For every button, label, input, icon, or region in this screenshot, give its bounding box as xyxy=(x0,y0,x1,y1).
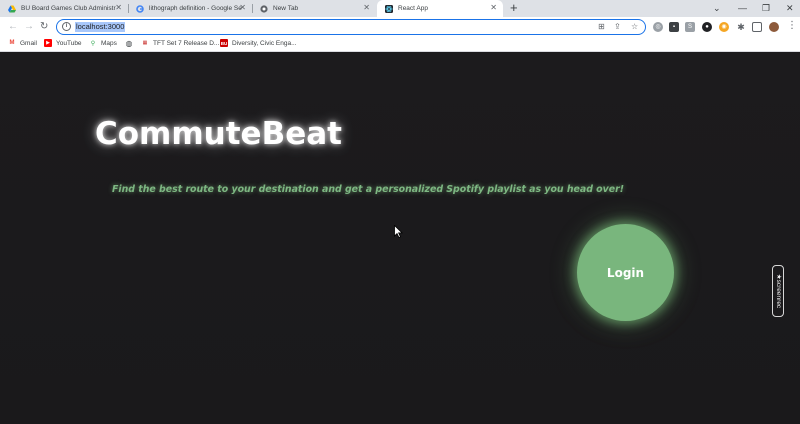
share-icon[interactable]: ⇪ xyxy=(614,22,621,32)
chrome-icon xyxy=(260,4,268,13)
news-icon: ▦ xyxy=(142,40,148,46)
address-bar[interactable]: i localhost:3000 ⊞ ⇪ ☆ xyxy=(56,19,646,35)
tab-bu-board-games[interactable]: BU Board Games Club Administr ✕ xyxy=(0,0,128,17)
google-drive-icon xyxy=(8,5,16,13)
extension-icon[interactable]: ● xyxy=(702,22,712,32)
screenrec-widget[interactable]: ★screenrec xyxy=(772,265,784,317)
side-panel-icon[interactable] xyxy=(752,22,762,32)
bu-icon: BU xyxy=(220,39,228,47)
close-tab-icon[interactable]: ✕ xyxy=(363,4,370,12)
app-tagline: Find the best route to your destination … xyxy=(112,184,624,195)
bookmark-label: YouTube xyxy=(56,39,82,47)
google-icon xyxy=(136,4,144,13)
forward-icon[interactable]: → xyxy=(24,21,34,33)
tab-react-app[interactable]: React App ✕ xyxy=(377,0,503,17)
extension-icon[interactable]: ◎ xyxy=(653,22,663,32)
gmail-icon: M xyxy=(9,40,15,46)
browser-toolbar: ← → ↻ i localhost:3000 ⊞ ⇪ ☆ ◎ ▪ S ● ◉ ✱… xyxy=(0,17,800,37)
tab-new-tab[interactable]: New Tab ✕ xyxy=(252,0,376,17)
tab-search-icon[interactable]: ⌄ xyxy=(713,2,721,14)
new-tab-button[interactable]: + xyxy=(510,1,518,15)
bookmarks-bar: M Gmail ▶ YouTube ⚲ Maps ◍ ▦ TFT Set 7 R… xyxy=(0,37,800,52)
react-icon xyxy=(385,4,393,13)
bookmark-label: Maps xyxy=(101,39,117,47)
restore-icon[interactable]: ❐ xyxy=(762,2,770,14)
minimize-icon[interactable]: — xyxy=(738,2,747,14)
site-info-icon[interactable]: i xyxy=(62,22,71,31)
extension-icon[interactable]: S xyxy=(685,22,695,32)
close-window-icon[interactable]: ✕ xyxy=(786,2,794,14)
puzzle-icon[interactable]: ✱ xyxy=(736,22,746,32)
tab-lithograph[interactable]: lithograph definition - Google Se ✕ xyxy=(128,0,252,17)
screenrec-label: ★screenrec xyxy=(775,273,782,309)
login-button[interactable]: Login xyxy=(577,224,674,321)
close-tab-icon[interactable]: ✕ xyxy=(239,4,246,12)
bookmark-diversity[interactable]: BU Diversity, Civic Enga... xyxy=(220,39,297,47)
close-tab-icon[interactable]: ✕ xyxy=(490,4,497,12)
tab-title: lithograph definition - Google Se xyxy=(149,5,242,12)
install-app-icon[interactable]: ⊞ xyxy=(598,22,605,32)
bookmark-label: TFT Set 7 Release D... xyxy=(153,39,220,47)
bookmark-label: Diversity, Civic Enga... xyxy=(232,39,297,47)
app-page: CommuteBeat Find the best route to your … xyxy=(0,53,800,424)
app-title: CommuteBeat xyxy=(95,116,342,152)
tab-strip: BU Board Games Club Administr ✕ lithogra… xyxy=(0,0,800,17)
bookmark-globe[interactable]: ◍ xyxy=(125,38,137,48)
tab-title: BU Board Games Club Administr xyxy=(21,5,116,12)
extension-icon[interactable]: ◉ xyxy=(719,22,729,32)
bookmark-youtube[interactable]: ▶ YouTube xyxy=(44,39,82,47)
tab-title: React App xyxy=(398,5,428,12)
avatar[interactable] xyxy=(769,22,779,32)
bookmark-star-icon[interactable]: ☆ xyxy=(631,22,638,32)
reload-icon[interactable]: ↻ xyxy=(40,21,48,33)
menu-kebab-icon[interactable]: ⋮ xyxy=(787,20,797,32)
bookmark-label: Gmail xyxy=(20,39,37,47)
close-tab-icon[interactable]: ✕ xyxy=(115,4,122,12)
tab-title: New Tab xyxy=(273,5,299,12)
youtube-icon: ▶ xyxy=(44,39,52,47)
back-icon[interactable]: ← xyxy=(8,21,18,33)
globe-icon: ◍ xyxy=(125,38,133,48)
address-text[interactable]: localhost:3000 xyxy=(75,21,126,32)
maps-icon: ⚲ xyxy=(90,40,96,47)
bookmark-maps[interactable]: ⚲ Maps xyxy=(89,39,117,47)
mouse-cursor-icon xyxy=(394,225,403,238)
extension-icon[interactable]: ▪ xyxy=(669,22,679,32)
bookmark-tft[interactable]: ▦ TFT Set 7 Release D... xyxy=(141,39,220,47)
bookmark-gmail[interactable]: M Gmail xyxy=(8,39,37,47)
